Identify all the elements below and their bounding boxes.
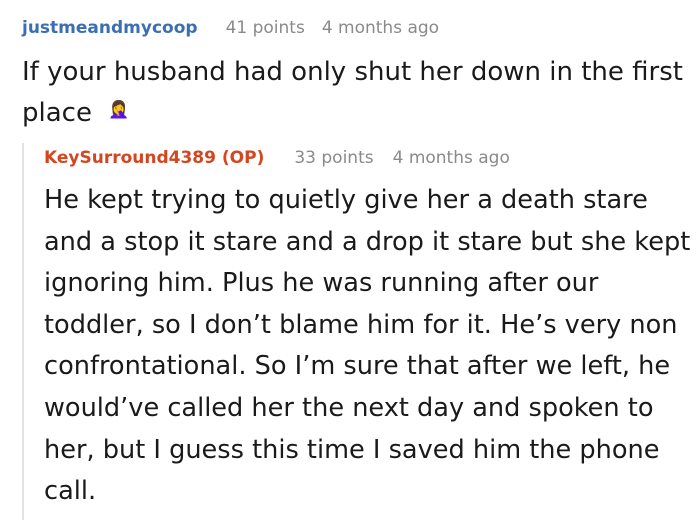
reply-body: He kept trying to quietly give her a dea…	[44, 185, 691, 507]
reply-points: 33 points	[294, 148, 374, 168]
reply-author[interactable]: KeySurround4389 (OP)	[44, 148, 264, 168]
reply-meta: KeySurround4389 (OP) 33 points 4 months …	[44, 148, 694, 172]
reply-thread-line[interactable]	[22, 143, 24, 520]
comment-points: 41 points	[225, 18, 305, 38]
facepalm-emoji-icon: 🤦‍♀️	[107, 100, 130, 120]
comment-reply: KeySurround4389 (OP) 33 points 4 months …	[44, 148, 694, 513]
comment-meta: justmeandmycoop 41 points 4 months ago	[22, 18, 692, 46]
comment-author[interactable]: justmeandmycoop	[22, 18, 198, 38]
comment-age: 4 months ago	[321, 18, 440, 38]
comment-thread: justmeandmycoop 41 points 4 months ago I…	[0, 0, 700, 520]
comment-body: If your husband had only shut her down i…	[22, 52, 692, 134]
reply-age: 4 months ago	[392, 148, 510, 168]
comment-top: justmeandmycoop 41 points 4 months ago I…	[22, 18, 692, 134]
